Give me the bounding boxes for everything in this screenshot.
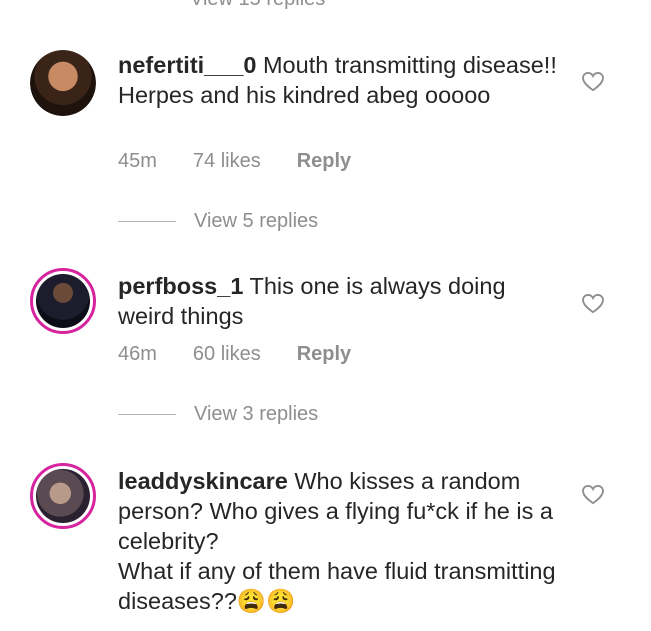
divider-line	[118, 414, 176, 415]
comment-text: nefertiti___0 Mouth transmitting disease…	[118, 50, 558, 110]
comment-username[interactable]: nefertiti___0	[118, 52, 256, 78]
avatar[interactable]	[30, 463, 96, 529]
comment-username[interactable]: leaddyskincare	[118, 468, 288, 494]
heart-outline-icon[interactable]	[582, 72, 604, 92]
divider-line	[118, 221, 176, 222]
comment-likes[interactable]: 74 likes	[193, 150, 261, 172]
comment-likes[interactable]: 60 likes	[193, 343, 261, 365]
view-replies-label: View 3 replies	[194, 403, 319, 425]
avatar[interactable]	[30, 268, 96, 334]
avatar[interactable]	[30, 50, 96, 116]
comment-meta: 45m 74 likes Reply	[118, 150, 387, 173]
view-replies-link[interactable]: View 5 replies	[118, 210, 318, 233]
comment-timestamp: 46m	[118, 343, 157, 365]
view-replies-link[interactable]: View 15 replies	[190, 0, 325, 11]
heart-outline-icon[interactable]	[582, 485, 604, 505]
view-replies-link[interactable]: View 3 replies	[118, 403, 318, 426]
comment-body-continued: What if any of them have fluid transmitt…	[118, 558, 556, 614]
comment-meta: 46m 60 likes Reply	[118, 343, 387, 366]
comment-timestamp: 45m	[118, 150, 157, 172]
comment-text: perfboss_1 This one is always doing weir…	[118, 271, 558, 331]
weary-face-emoji: 😩😩	[236, 588, 296, 614]
reply-button[interactable]: Reply	[297, 343, 351, 365]
heart-outline-icon[interactable]	[582, 294, 604, 314]
view-replies-label: View 5 replies	[194, 210, 319, 232]
comment-text: leaddyskincare Who kisses a random perso…	[118, 466, 558, 616]
comment-username[interactable]: perfboss_1	[118, 273, 243, 299]
reply-button[interactable]: Reply	[297, 150, 351, 172]
